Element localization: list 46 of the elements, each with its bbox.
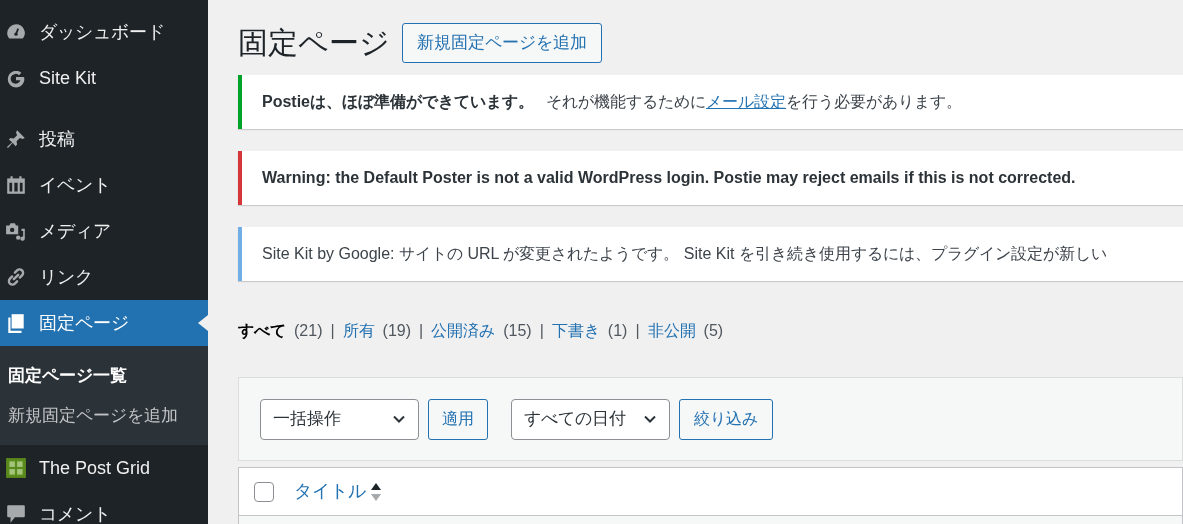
menu-item[interactable]: Site Kit xyxy=(0,55,208,101)
pointer-icon xyxy=(198,315,208,331)
pages-icon xyxy=(5,312,27,334)
notice-text: Warning: the Default Poster is not a valid WordPress login. Postie may reject emails if this is not corrected. xyxy=(262,168,1076,188)
menu-item[interactable]: イベント xyxy=(0,162,208,208)
sort-icon xyxy=(370,481,382,502)
title-column-heading[interactable]: タイトル xyxy=(294,478,366,505)
camera-music-icon xyxy=(5,220,27,242)
settings-link[interactable]: メール設定 xyxy=(706,93,786,110)
submenu-item[interactable]: 新規固定ページを追加 xyxy=(0,395,208,435)
status-count: (21) xyxy=(294,321,323,341)
separator: | xyxy=(635,321,640,341)
status-filter-link[interactable]: 所有 xyxy=(342,319,375,343)
status-count: (19) xyxy=(382,321,412,341)
status-filter-link[interactable]: 下書き xyxy=(551,319,600,343)
menu-item[interactable]: コメント xyxy=(0,491,208,524)
separator: | xyxy=(419,321,424,341)
separator: | xyxy=(539,321,544,341)
link-icon xyxy=(5,266,27,288)
status-count: (5) xyxy=(703,321,724,341)
menu-item[interactable]: 投稿 xyxy=(0,116,208,162)
status-count: (1) xyxy=(607,321,628,341)
notice-text: Site Kit by Google: サイトの URL が変更されたようです。 Site Kit を引き続き使用するには、プラグイン設定が新しい xyxy=(262,244,1107,264)
pin-icon xyxy=(5,128,27,150)
bulk-action-select[interactable]: 一括操作 xyxy=(260,398,419,440)
menu-item[interactable]: 固定ページ xyxy=(0,300,208,346)
calendar-icon xyxy=(5,174,27,196)
menu-item[interactable]: メディア xyxy=(0,208,208,254)
submenu-item[interactable]: 固定ページ一覧 xyxy=(0,356,208,396)
apply-button[interactable]: 適用 xyxy=(428,398,488,440)
notice-text: Postieは、ほぼ準備ができています。 それが機能するためにメール設定を行う必要があります。 xyxy=(262,92,962,112)
grid-icon xyxy=(5,457,27,479)
menu-item[interactable]: ダッシュボード xyxy=(0,9,208,55)
status-filter-link[interactable]: 非公開 xyxy=(647,319,696,343)
status-filter-link[interactable]: すべて xyxy=(238,319,286,343)
status-filter-link[interactable]: 公開済み xyxy=(431,319,496,343)
separator: | xyxy=(330,321,335,341)
filter-button[interactable]: 絞り込み xyxy=(679,398,773,440)
add-page-button[interactable]: 新規固定ページを追加 xyxy=(402,22,602,63)
menu-item[interactable]: リンク xyxy=(0,254,208,300)
select-all-checkbox[interactable] xyxy=(254,481,274,502)
speech-bubble-icon xyxy=(5,503,27,524)
date-select[interactable]: すべての日付 xyxy=(511,398,670,440)
menu-item[interactable]: The Post Grid xyxy=(0,445,208,491)
status-count: (15) xyxy=(503,321,532,341)
page-title: 固定ページ xyxy=(238,25,390,61)
